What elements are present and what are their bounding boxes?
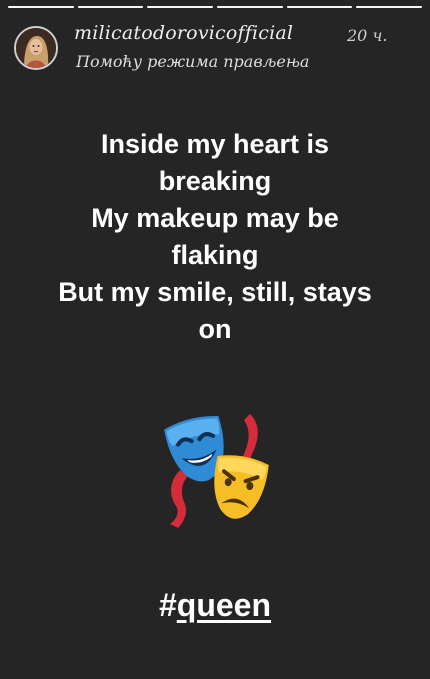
story-progress-bar [217, 6, 283, 8]
hashtag-symbol: # [158, 587, 177, 623]
story-progress-fill [77, 6, 144, 8]
story-timestamp: 20 ч. [347, 26, 388, 45]
avatar-image [16, 28, 56, 68]
story-progress-bar [356, 6, 423, 8]
story-progress-fill [356, 6, 423, 8]
performing-arts-masks-icon [158, 408, 278, 528]
create-mode-label: Помоћу режима прављења [76, 52, 310, 71]
story-text-line: on [198, 314, 232, 344]
story-progress-fill [286, 6, 353, 8]
story-progress-bar [147, 6, 214, 8]
story-text-line: Inside my heart is [100, 129, 330, 159]
story-text-line: breaking [158, 166, 272, 196]
story-progress-fill [8, 6, 74, 8]
story-text-block: Inside my heart is breaking My makeup ma… [20, 126, 410, 348]
username-link[interactable]: milicatodorovicofficial [74, 22, 293, 44]
story-text-line: My makeup may be [91, 203, 339, 233]
story-progress-fill [147, 6, 214, 8]
hashtag-link[interactable]: #queen [0, 587, 430, 624]
story-progress-bar [8, 6, 74, 8]
story-text-line: But my smile, still, stays [58, 277, 372, 307]
story-progress-bar [286, 6, 353, 8]
story-progress-bar [77, 6, 144, 8]
hashtag-word: queen [176, 587, 272, 623]
avatar[interactable] [14, 26, 58, 70]
story-progress-bars [8, 6, 423, 8]
story-progress-fill [217, 6, 283, 8]
story-header: milicatodorovicofficial 20 ч. Помоћу реж… [14, 18, 416, 78]
story-text-line: flaking [171, 240, 259, 270]
